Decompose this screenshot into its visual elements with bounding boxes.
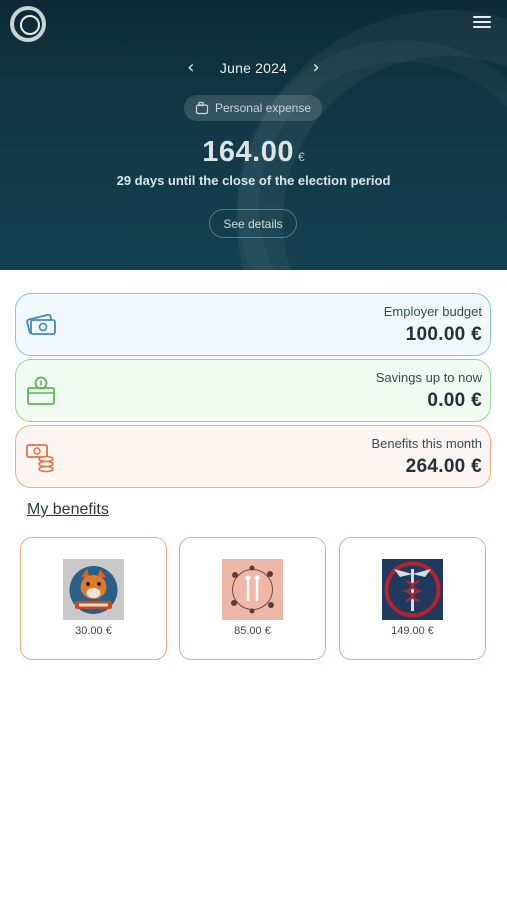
benefit-price: 149.00 €: [391, 625, 434, 637]
benefit-tile[interactable]: 85.00 €: [179, 537, 326, 660]
card-value: 100.00 €: [405, 323, 482, 345]
wallet-icon: [195, 101, 209, 115]
savings-card[interactable]: Savings up to now 0.00 €: [15, 359, 491, 422]
personal-expense-amount: 164.00 €: [0, 136, 507, 169]
benefit-tile[interactable]: 149.00 €: [339, 537, 486, 660]
benefits-month-card[interactable]: Benefits this month 264.00 €: [15, 425, 491, 488]
month-navigator: ‹ June 2024 ›: [0, 57, 507, 78]
app-logo-icon[interactable]: [8, 4, 48, 44]
hamburger-menu-icon[interactable]: [473, 16, 491, 30]
amount-currency: €: [298, 150, 305, 164]
card-value: 264.00 €: [405, 455, 482, 477]
banknotes-icon: [26, 313, 56, 335]
month-label: June 2024: [219, 59, 288, 76]
amount-value: 164.00: [202, 136, 294, 168]
header-banner: ‹ June 2024 › Personal expense 164.00 € 2…: [0, 0, 507, 270]
see-details-button[interactable]: See details: [209, 209, 297, 238]
benefit-price: 30.00 €: [75, 625, 112, 637]
card-label: Savings up to now: [375, 369, 482, 385]
my-benefits-link[interactable]: My benefits: [27, 501, 109, 519]
caduceus-medical-image: [382, 559, 443, 620]
piggy-box-icon: [27, 376, 55, 405]
benefit-price: 85.00 €: [234, 625, 271, 637]
benefit-tile[interactable]: 30.00 €: [20, 537, 167, 660]
chevron-right-icon[interactable]: ›: [309, 57, 323, 78]
card-label: Benefits this month: [371, 435, 482, 451]
employer-budget-card[interactable]: Employer budget 100.00 €: [15, 293, 491, 356]
fox-badge-image: [63, 559, 124, 620]
money-coins-icon: [26, 443, 54, 472]
chevron-left-icon[interactable]: ‹: [184, 57, 198, 78]
card-value: 0.00 €: [427, 389, 482, 411]
chip-label: Personal expense: [214, 101, 312, 115]
election-countdown: 29 days until the close of the election …: [116, 173, 391, 188]
personal-expense-chip[interactable]: Personal expense: [184, 95, 322, 121]
card-label: Employer budget: [383, 303, 482, 319]
floral-wedding-image: [222, 559, 283, 620]
